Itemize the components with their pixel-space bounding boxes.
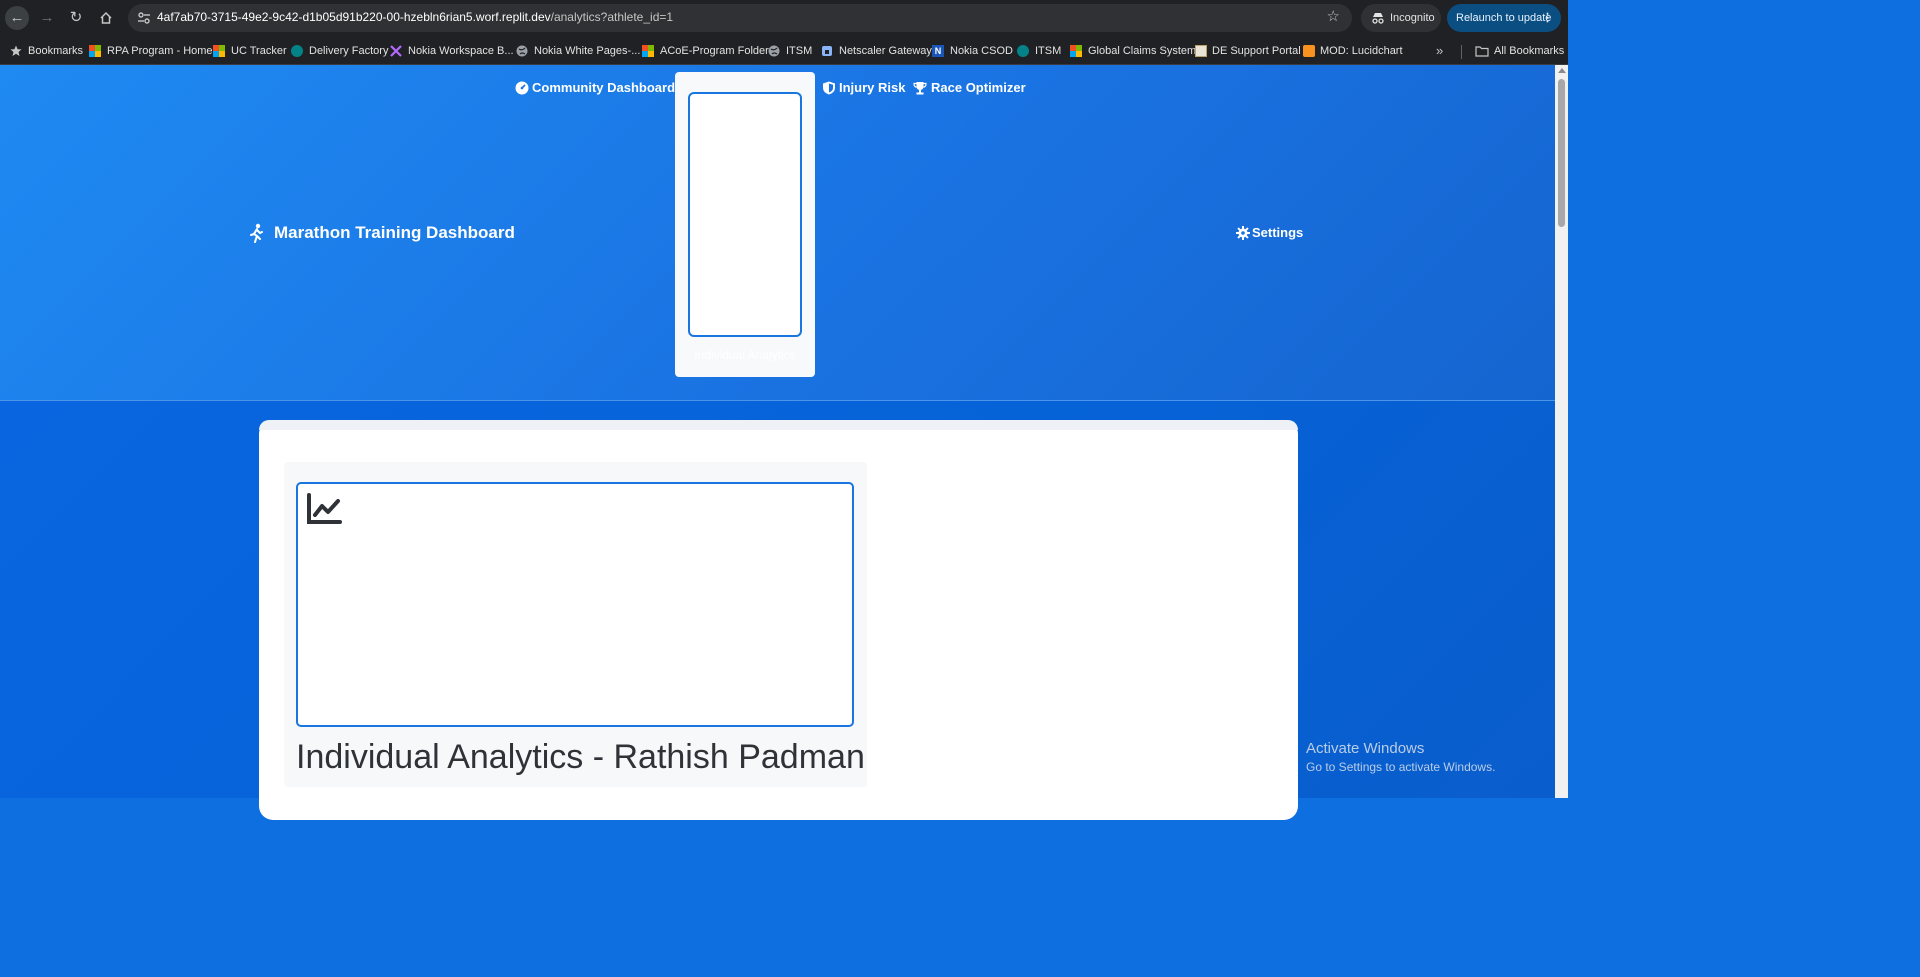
app-header: Marathon Training Dashboard Community Da… bbox=[0, 65, 1555, 401]
sharepoint-icon bbox=[1017, 45, 1029, 57]
gear-icon bbox=[1236, 226, 1250, 240]
nav-individual-analytics[interactable]: Individual Analytics bbox=[675, 72, 815, 377]
folder-icon bbox=[1475, 46, 1489, 57]
bookmark-label: DE Support Portal bbox=[1212, 45, 1301, 57]
microsoft-icon bbox=[89, 45, 101, 57]
lock-icon bbox=[822, 46, 832, 56]
title-panel: Individual Analytics - Rathish Padman bbox=[284, 462, 867, 787]
url-path: /analytics?athlete_id=1 bbox=[550, 10, 674, 24]
nav-race-label: Race Optimizer bbox=[931, 80, 1026, 95]
more-bookmarks-chevron-icon[interactable]: » bbox=[1436, 41, 1443, 61]
page-title: Individual Analytics - Rathish Padman bbox=[296, 738, 865, 776]
address-bar[interactable]: 4af7ab70-3715-49e2-9c42-d1b05d91b220-00-… bbox=[128, 4, 1352, 32]
bookmark-label: Netscaler Gateway bbox=[839, 45, 932, 57]
shield-icon bbox=[823, 81, 835, 95]
vertical-scrollbar[interactable] bbox=[1555, 65, 1568, 798]
relaunch-label: Relaunch to update bbox=[1456, 12, 1552, 24]
bookmark-star-icon[interactable]: ☆ bbox=[1327, 9, 1340, 25]
home-icon bbox=[100, 11, 112, 24]
microsoft-icon bbox=[1070, 45, 1082, 57]
chart-line-icon bbox=[307, 493, 342, 524]
reload-button[interactable]: ↻ bbox=[64, 6, 88, 30]
bookmark-label: Global Claims System bbox=[1088, 45, 1197, 57]
workspace-icon bbox=[390, 45, 402, 57]
watermark-title: Activate Windows bbox=[1306, 740, 1425, 757]
menu-dots-icon[interactable]: ⋮ bbox=[1542, 4, 1553, 32]
nav-injury-label: Injury Risk bbox=[839, 80, 906, 95]
incognito-icon bbox=[1372, 13, 1384, 24]
url-text: 4af7ab70-3715-49e2-9c42-d1b05d91b220-00-… bbox=[157, 10, 673, 24]
all-bookmarks-label: All Bookmarks bbox=[1494, 45, 1565, 57]
scroll-thumb[interactable] bbox=[1558, 79, 1565, 227]
bookmark-label: ACoE-Program Folder bbox=[660, 45, 769, 57]
analytics-card: Individual Analytics - Rathish Padman bbox=[259, 420, 1298, 820]
site-info-icon[interactable] bbox=[136, 10, 152, 26]
bookmark-label: Nokia CSOD bbox=[950, 45, 1013, 57]
bookmark-label: Nokia White Pages-... bbox=[534, 45, 641, 57]
bookmark-label: RPA Program - Home bbox=[107, 45, 213, 57]
incognito-badge[interactable]: Incognito bbox=[1361, 4, 1441, 32]
bookmark-label: ITSM bbox=[1035, 45, 1062, 57]
bookmark-label: Bookmarks bbox=[28, 45, 84, 57]
windows-activation-watermark: Activate Windows Go to Settings to activ… bbox=[1306, 740, 1495, 776]
trophy-icon bbox=[913, 82, 927, 95]
running-icon bbox=[250, 223, 263, 243]
nav-active-highlight bbox=[688, 92, 802, 337]
globe-icon bbox=[516, 45, 528, 57]
microsoft-icon bbox=[213, 45, 225, 57]
bookmarks-divider bbox=[1461, 45, 1462, 59]
sharepoint-icon bbox=[291, 45, 303, 57]
lucidchart-icon bbox=[1303, 45, 1315, 57]
portal-icon bbox=[1195, 45, 1207, 57]
bookmark-label: MOD: Lucidchart bbox=[1320, 45, 1403, 57]
bookmark-label: Nokia Workspace B... bbox=[408, 45, 514, 57]
bookmarks-bar: Bookmarks RPA Program - Home UC Tracker … bbox=[0, 36, 1568, 65]
nav-individual-label: Individual Analytics bbox=[694, 348, 796, 362]
globe-icon bbox=[768, 45, 780, 57]
watermark-subtitle: Go to Settings to activate Windows. bbox=[1306, 760, 1496, 774]
url-host: 4af7ab70-3715-49e2-9c42-d1b05d91b220-00-… bbox=[157, 10, 551, 24]
star-icon bbox=[10, 45, 22, 56]
scroll-up-arrow-icon[interactable] bbox=[1558, 68, 1566, 73]
microsoft-icon bbox=[642, 45, 654, 57]
bookmark-label: Delivery Factory bbox=[309, 45, 389, 57]
chart-placeholder bbox=[296, 482, 854, 727]
browser-toolbar: ← → ↻ 4af7ab70-3715-49e2-9c42-d1b05d91b2… bbox=[0, 0, 1568, 36]
bookmark-label: ITSM bbox=[786, 45, 813, 57]
bookmark-label: UC Tracker bbox=[231, 45, 287, 57]
nokia-icon: N bbox=[932, 45, 944, 57]
brand-title: Marathon Training Dashboard bbox=[274, 223, 515, 242]
back-button[interactable]: ← bbox=[5, 6, 29, 30]
relaunch-button[interactable]: Relaunch to update ⋮ bbox=[1447, 4, 1561, 32]
incognito-label: Incognito bbox=[1390, 12, 1435, 24]
settings-label: Settings bbox=[1252, 225, 1304, 240]
home-button[interactable] bbox=[94, 6, 118, 30]
card-header-strip bbox=[259, 420, 1298, 430]
forward-button[interactable]: → bbox=[35, 6, 59, 30]
nav-community-label: Community Dashboard bbox=[532, 80, 676, 95]
dashboard-gauge-icon bbox=[515, 81, 529, 95]
